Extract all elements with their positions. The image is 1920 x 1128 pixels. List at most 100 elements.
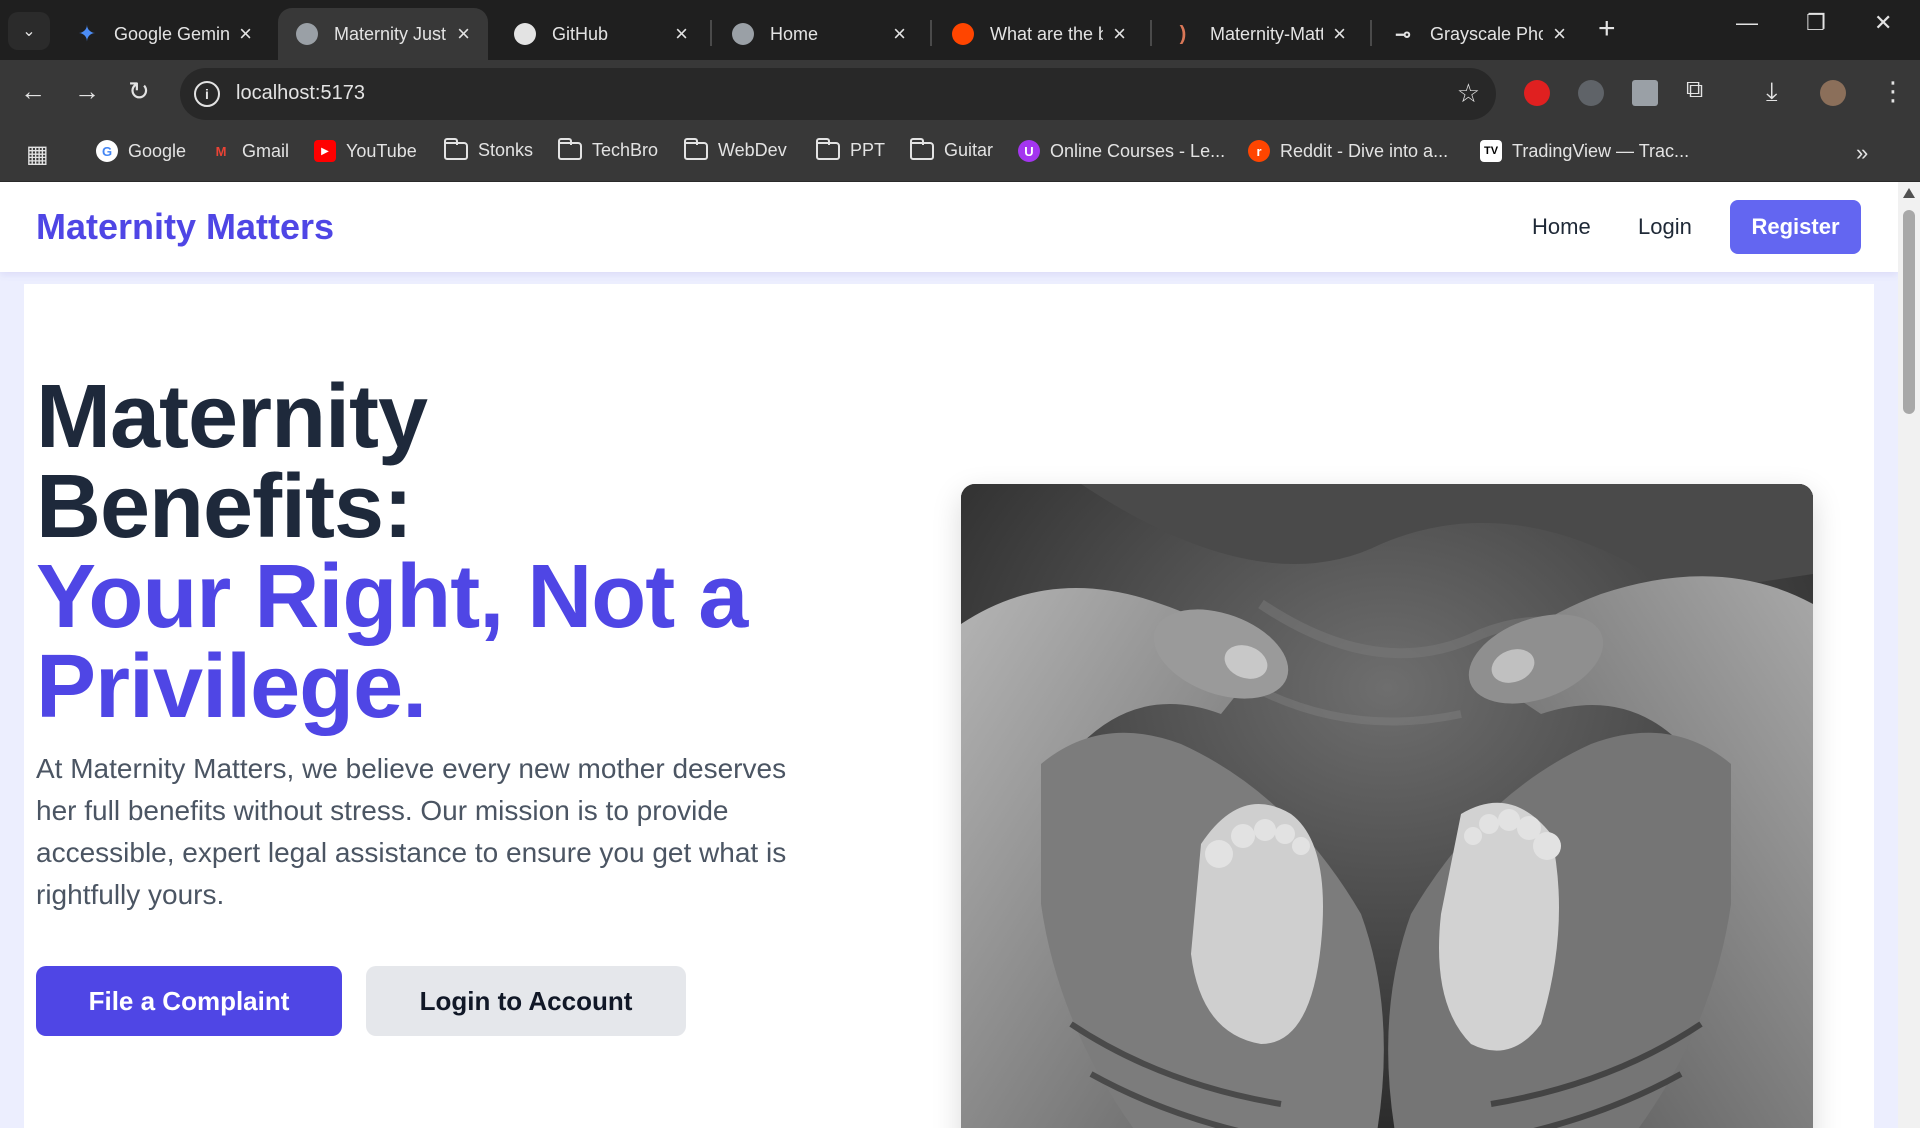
close-icon[interactable]: × [1113,21,1126,47]
bookmark-label: Stonks [478,140,534,160]
baby-feet-in-hands-photo [961,484,1813,1128]
extension-icon[interactable] [1578,80,1604,106]
tab-google-gemini[interactable]: ✦ Google Gemini × [58,8,270,60]
bookmarks-bar: ▦ G Google M Gmail ▶ YouTube Stonks Tech… [0,128,1920,182]
adblock-extension-icon[interactable] [1524,80,1550,106]
forward-icon[interactable]: → [74,76,100,107]
folder-icon [558,137,582,160]
more-bookmarks-icon[interactable]: » [1856,140,1868,166]
bookmark-label: Guitar [944,140,994,160]
tab-title: Google Gemini [114,23,230,44]
site-header: Maternity Matters Home Login Register [0,182,1898,272]
bookmark-label: PPT [850,140,886,160]
tab-maternity-justice[interactable]: Maternity Justice × [278,8,488,60]
tab-search-button[interactable]: ⌄ [8,12,50,50]
bookmark-label: Reddit - Dive into a... [1280,140,1449,161]
tab-separator [1370,20,1372,46]
menu-kebab-icon[interactable]: ⋮ [1880,76,1906,107]
hero-title-line: Maternity [36,367,428,467]
bookmark-folder-ppt[interactable]: PPT [816,137,886,161]
scroll-up-arrow-icon[interactable] [1903,188,1915,198]
bookmark-label: Google [128,140,187,161]
tab-title: GitHub [552,23,609,44]
google-icon: G [96,140,118,162]
tab-separator [710,20,712,46]
tradingview-icon: TV [1480,140,1502,162]
close-icon[interactable]: × [893,21,906,47]
close-icon[interactable]: × [457,21,470,47]
apps-grid-icon[interactable]: ▦ [26,140,49,169]
bookmark-reddit[interactable]: r Reddit - Dive into a... [1248,140,1448,162]
gmail-icon: M [215,143,227,159]
bookmark-star-icon[interactable]: ☆ [1457,78,1480,109]
hero-accent-line: Your Right, Not a [36,547,748,647]
close-icon[interactable]: × [239,21,252,47]
page-scrollbar[interactable] [1898,182,1920,1128]
hero-image [961,484,1813,1128]
tab-grayscale-photos[interactable]: ⊸ Grayscale Photos × [1374,8,1584,60]
site-logo[interactable]: Maternity Matters [36,206,334,248]
tab-reddit[interactable]: What are the best × [934,8,1144,60]
close-window-icon[interactable]: ✕ [1874,10,1892,36]
folder-icon [684,137,708,160]
folder-icon [444,137,468,160]
back-icon[interactable]: ← [20,76,46,107]
bookmark-label: TradingView — Trac... [1512,140,1690,161]
site-info-icon[interactable]: i [194,81,220,107]
tab-home[interactable]: Home × [714,8,924,60]
hero-title: Maternity Benefits: Your Right, Not a Pr… [36,372,876,732]
profile-avatar[interactable] [1820,80,1846,106]
globe-icon [732,23,754,45]
bookmark-folder-techbro[interactable]: TechBro [558,137,659,161]
tab-title: Maternity Justice [334,23,447,44]
bookmark-google[interactable]: G Google [96,140,186,162]
reload-icon[interactable]: ↻ [128,76,150,107]
bookmark-label: Gmail [242,140,290,161]
bookmark-folder-guitar[interactable]: Guitar [910,137,994,161]
bookmark-online-courses[interactable]: U Online Courses - Le... [1018,140,1225,162]
bookmark-gmail[interactable]: M Gmail [210,140,289,162]
bookmark-label: YouTube [346,140,417,161]
claude-icon: ) [1179,22,1187,45]
hero-description: At Maternity Matters, we believe every n… [36,753,787,910]
extensions-puzzle-icon[interactable]: ⧉ [1686,76,1703,104]
file-complaint-button[interactable]: File a Complaint [36,966,342,1036]
chevron-down-icon: ⌄ [22,23,36,40]
youtube-icon: ▶ [314,140,336,162]
bookmark-folder-webdev[interactable]: WebDev [684,137,787,161]
github-icon [514,23,536,45]
bookmark-tradingview[interactable]: TV TradingView — Trac... [1480,140,1689,162]
tab-title: Maternity-Matters [1210,23,1324,44]
nav-login-link[interactable]: Login [1638,214,1692,240]
folder-icon [816,137,840,160]
minimize-icon[interactable]: — [1736,10,1758,36]
login-to-account-button[interactable]: Login to Account [366,966,686,1036]
new-tab-button[interactable]: + [1598,12,1616,46]
globe-icon [296,23,318,45]
page-viewport: Maternity Matters Home Login Register Ma… [0,182,1920,1128]
folder-icon [910,137,934,160]
close-icon[interactable]: × [1333,21,1346,47]
url-text[interactable]: localhost:5173 [236,82,365,105]
hero-accent-line: Privilege. [36,637,427,737]
close-icon[interactable]: × [1553,21,1566,47]
bookmark-label: TechBro [592,140,659,160]
gemini-icon: ✦ [77,21,97,46]
address-bar[interactable]: i localhost:5173 ☆ [180,68,1496,120]
tab-maternity-matters[interactable]: ) Maternity-Matters × [1154,8,1364,60]
bookmark-youtube[interactable]: ▶ YouTube [314,140,417,162]
reddit-icon: r [1248,140,1270,162]
tab-title: Grayscale Photos [1430,23,1544,44]
bookmark-label: WebDev [718,140,787,160]
download-icon[interactable]: ⤓ [1766,76,1778,108]
tab-github[interactable]: GitHub × [496,8,706,60]
extension-icon[interactable] [1632,80,1658,106]
browser-toolbar: ← → ↻ i localhost:5173 ☆ ⧉ ⤓ ⋮ [0,60,1920,128]
tab-title: What are the best [990,23,1104,44]
register-button[interactable]: Register [1730,200,1861,254]
close-icon[interactable]: × [675,21,688,47]
scrollbar-thumb[interactable] [1903,210,1915,414]
restore-icon[interactable]: ❐ [1806,10,1826,36]
bookmark-folder-stonks[interactable]: Stonks [444,137,534,161]
nav-home-link[interactable]: Home [1532,214,1591,240]
